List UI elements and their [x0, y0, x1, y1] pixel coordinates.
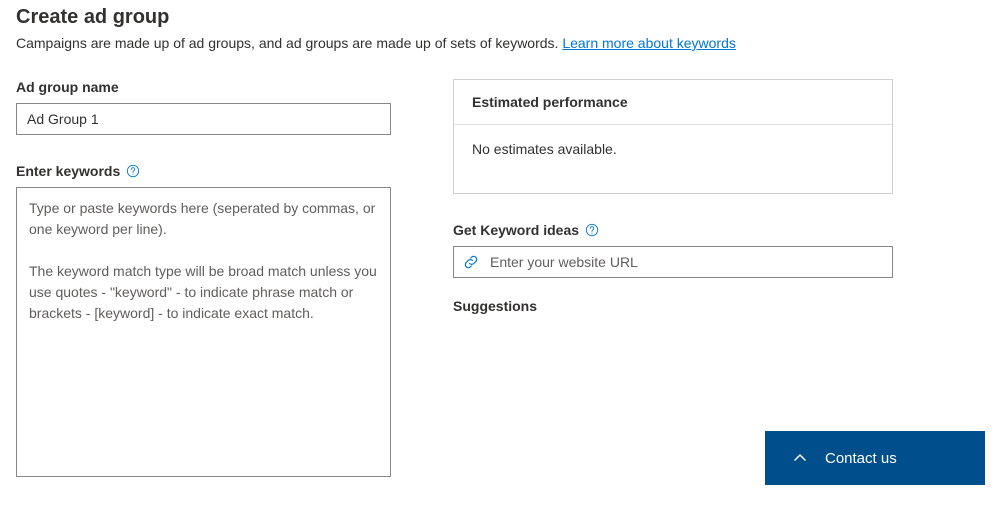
page-title: Create ad group: [16, 6, 989, 29]
suggestions-label: Suggestions: [453, 298, 893, 314]
contact-us-button[interactable]: Contact us: [765, 431, 985, 485]
keywords-textarea[interactable]: [16, 187, 391, 477]
page-subtitle: Campaigns are made up of ad groups, and …: [16, 35, 989, 51]
ad-group-name-label: Ad group name: [16, 79, 391, 95]
learn-more-keywords-link[interactable]: Learn more about keywords: [562, 35, 736, 51]
get-keyword-ideas-label: Get Keyword ideas: [453, 222, 893, 238]
right-column: Estimated performance No estimates avail…: [453, 79, 893, 322]
link-icon: [463, 254, 479, 270]
estimated-performance-title: Estimated performance: [454, 80, 892, 125]
contact-us-label: Contact us: [825, 450, 897, 467]
get-keyword-ideas-label-text: Get Keyword ideas: [453, 222, 579, 238]
subtitle-text: Campaigns are made up of ad groups, and …: [16, 35, 562, 51]
website-url-input[interactable]: [453, 246, 893, 278]
keyword-ideas-section: Get Keyword ideas: [453, 222, 893, 314]
enter-keywords-label: Enter keywords: [16, 163, 391, 179]
estimated-performance-card: Estimated performance No estimates avail…: [453, 79, 893, 194]
help-icon[interactable]: [585, 223, 599, 237]
left-column: Ad group name Enter keywords: [16, 79, 391, 480]
help-icon[interactable]: [126, 164, 140, 178]
enter-keywords-label-text: Enter keywords: [16, 163, 120, 179]
estimated-performance-body: No estimates available.: [454, 125, 892, 193]
chevron-up-icon: [793, 451, 807, 465]
ad-group-name-input[interactable]: [16, 103, 391, 135]
